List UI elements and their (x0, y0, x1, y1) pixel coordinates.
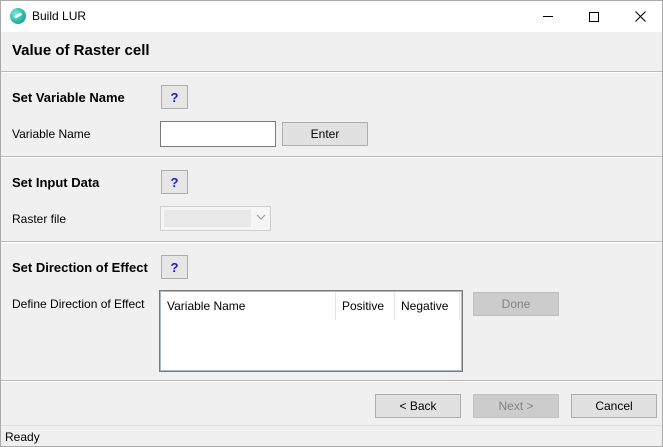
raster-file-selected (164, 210, 251, 227)
variable-name-label: Variable Name (12, 127, 91, 141)
column-header-variable-name[interactable]: Variable Name (161, 292, 336, 320)
input-section-title: Set Input Data (12, 175, 100, 190)
direction-table[interactable]: Variable Name Positive Negative (159, 290, 463, 372)
back-button[interactable]: < Back (375, 394, 461, 418)
close-button[interactable] (617, 1, 662, 32)
input-section-divider (1, 241, 662, 243)
define-direction-label: Define Direction of Effect (12, 297, 145, 311)
next-button[interactable]: Next > (473, 394, 559, 418)
app-globe-icon (10, 8, 26, 24)
minimize-button[interactable] (525, 1, 571, 32)
raster-file-dropdown[interactable] (160, 206, 271, 231)
maximize-icon (589, 11, 599, 22)
column-header-negative[interactable]: Negative (395, 292, 460, 320)
direction-help-button[interactable]: ? (161, 255, 188, 279)
maximize-button[interactable] (571, 1, 617, 32)
direction-section-divider (1, 380, 662, 382)
cancel-button[interactable]: Cancel (571, 394, 657, 418)
chevron-down-icon (256, 214, 266, 220)
direction-section-title: Set Direction of Effect (12, 260, 148, 275)
header-divider (1, 71, 662, 73)
column-header-positive[interactable]: Positive (336, 292, 395, 320)
window-title: Build LUR (32, 9, 87, 23)
title-bar: Build LUR (1, 1, 662, 32)
done-button[interactable]: Done (473, 292, 559, 316)
close-icon (634, 11, 646, 22)
variable-section-divider (1, 156, 662, 158)
variable-section-title: Set Variable Name (12, 90, 125, 105)
status-text: Ready (5, 430, 40, 444)
build-lur-window: Build LUR Value of Raster cell Set Varia… (0, 0, 663, 447)
page-title: Value of Raster cell (12, 42, 150, 59)
variable-name-input[interactable] (160, 121, 276, 147)
minimize-icon (543, 16, 553, 17)
variable-help-button[interactable]: ? (161, 85, 188, 109)
status-bar: Ready (1, 425, 662, 446)
direction-table-header: Variable Name Positive Negative (161, 292, 461, 320)
raster-file-label: Raster file (12, 212, 67, 226)
input-help-button[interactable]: ? (161, 170, 188, 194)
enter-button[interactable]: Enter (282, 122, 368, 146)
